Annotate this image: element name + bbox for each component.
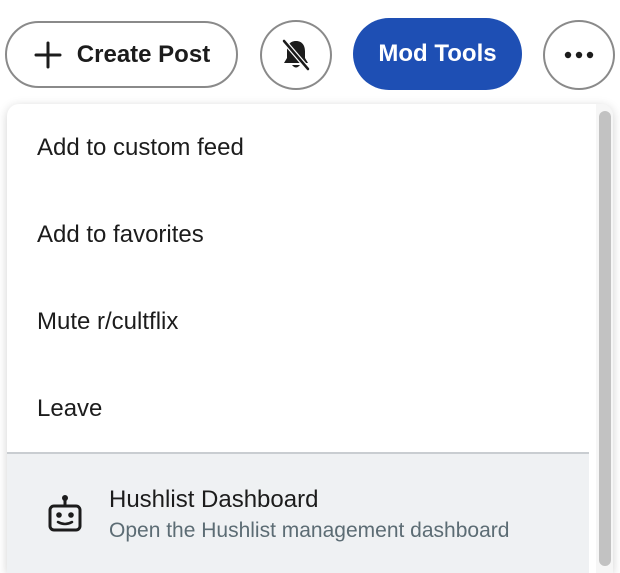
ellipsis-icon <box>564 51 594 59</box>
menu-scrollbar[interactable] <box>596 104 613 573</box>
menu-item-add-to-custom-feed[interactable]: Add to custom feed <box>7 104 589 191</box>
menu-item-label: Add to favorites <box>37 220 204 248</box>
menu-item-label: Add to custom feed <box>37 133 244 161</box>
overflow-menu: Add to custom feed Add to favorites Mute… <box>7 104 613 573</box>
more-options-button[interactable] <box>543 20 615 90</box>
scrollbar-thumb[interactable] <box>599 111 611 566</box>
notification-toggle-button[interactable] <box>260 20 332 90</box>
menu-item-add-to-favorites[interactable]: Add to favorites <box>7 191 589 278</box>
plus-icon <box>34 41 62 68</box>
menu-item-mute-community[interactable]: Mute r/cultflix <box>7 278 589 365</box>
app-subtitle: Open the Hushlist management dashboard <box>109 519 510 542</box>
community-header-actions: Create Post Mod Tools <box>0 0 620 100</box>
menu-item-hushlist-dashboard[interactable]: Hushlist Dashboard Open the Hushlist man… <box>7 452 589 573</box>
robot-icon <box>48 495 82 532</box>
menu-item-label: Leave <box>37 394 103 422</box>
mod-tools-label: Mod Tools <box>378 40 497 67</box>
create-post-label: Create Post <box>76 40 211 68</box>
create-post-button[interactable]: Create Post <box>5 21 238 88</box>
menu-item-leave[interactable]: Leave <box>7 365 589 452</box>
mod-tools-button[interactable]: Mod Tools <box>353 18 522 90</box>
menu-item-label: Mute r/cultflix <box>37 307 179 335</box>
app-title: Hushlist Dashboard <box>109 486 319 513</box>
bell-off-icon <box>281 38 311 72</box>
